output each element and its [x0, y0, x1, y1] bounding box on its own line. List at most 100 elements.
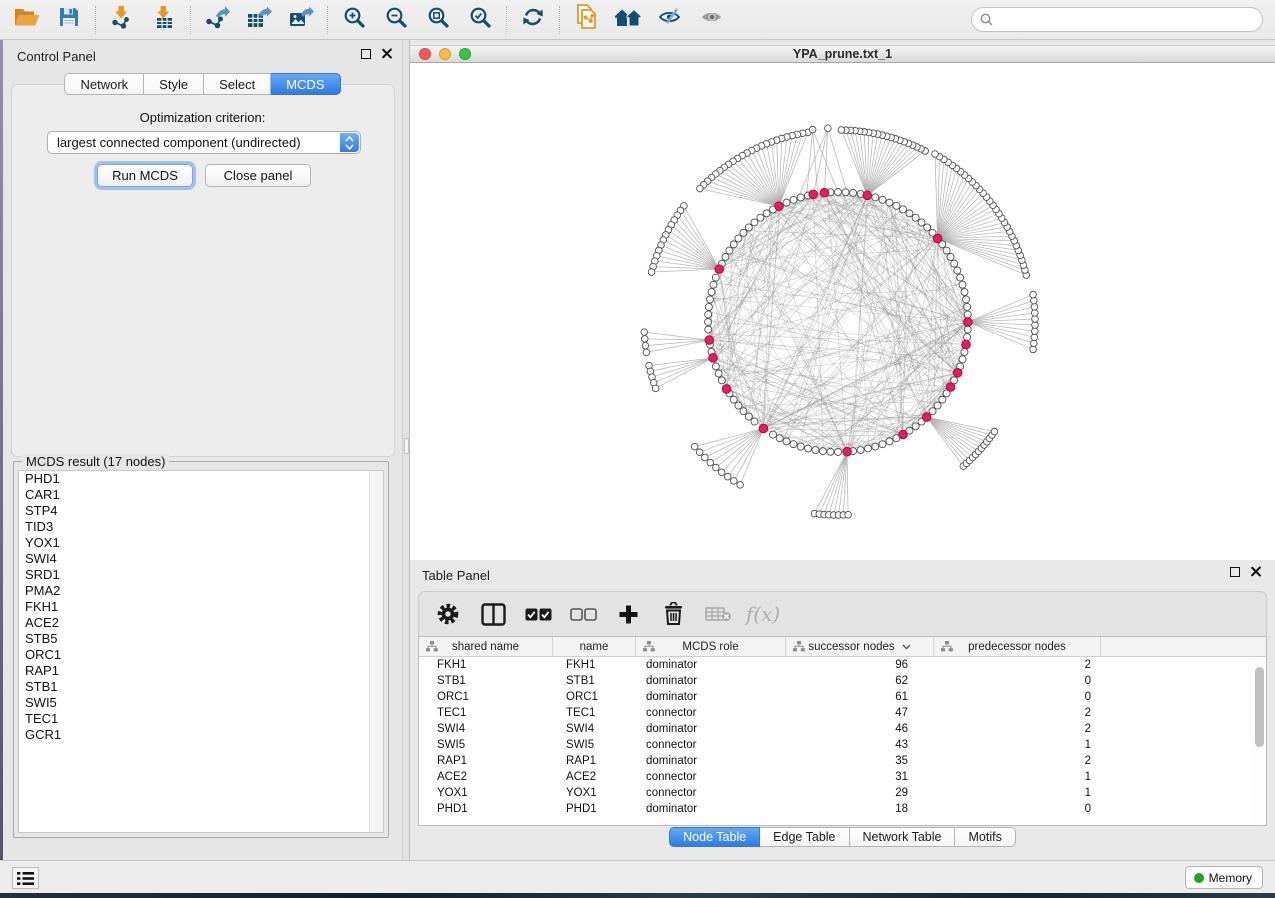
- tab-select[interactable]: Select: [204, 73, 271, 95]
- show-columns-button[interactable]: [476, 597, 510, 631]
- save-session-button[interactable]: [48, 4, 90, 36]
- mcds-result-item[interactable]: STB1: [19, 679, 383, 695]
- vertical-splitter[interactable]: [402, 40, 410, 860]
- cell-successor-nodes: 35: [786, 755, 934, 767]
- column-header-shared-name[interactable]: shared name: [419, 637, 553, 656]
- zoom-in-button[interactable]: [333, 4, 375, 36]
- show-all-button[interactable]: [691, 4, 733, 36]
- network-view-canvas[interactable]: [410, 63, 1275, 560]
- tab-edge-table[interactable]: Edge Table: [760, 827, 849, 847]
- cell-successor-nodes: 47: [786, 707, 934, 719]
- table-row[interactable]: TEC1TEC1connector472: [419, 705, 1266, 721]
- float-panel-icon[interactable]: [361, 49, 371, 59]
- column-header-mcds-role[interactable]: MCDS role: [636, 637, 786, 656]
- column-header-predecessor-nodes[interactable]: predecessor nodes: [934, 637, 1101, 656]
- table-row[interactable]: YOX1YOX1connector291: [419, 785, 1266, 801]
- mcds-list-scrollbar[interactable]: [369, 471, 383, 832]
- zoom-selected-button[interactable]: [459, 4, 501, 36]
- mcds-result-item[interactable]: RAP1: [19, 663, 383, 679]
- export-image-button[interactable]: [280, 4, 322, 36]
- mcds-result-item[interactable]: GCR1: [19, 727, 383, 743]
- mcds-result-item[interactable]: ORC1: [19, 647, 383, 663]
- tab-network[interactable]: Network: [64, 73, 144, 95]
- table-row[interactable]: FKH1FKH1dominator962: [419, 657, 1266, 673]
- mcds-result-item[interactable]: PMA2: [19, 583, 383, 599]
- tab-mcds[interactable]: MCDS: [271, 73, 340, 95]
- mcds-result-item[interactable]: SWI4: [19, 551, 383, 567]
- column-header-successor-nodes[interactable]: successor nodes: [786, 637, 934, 656]
- cell-mcds-role: connector: [636, 739, 786, 751]
- table-scrollbar-thumb[interactable]: [1255, 667, 1264, 747]
- zoom-selected-icon: [469, 6, 492, 34]
- table-row[interactable]: PHD1PHD1dominator180: [419, 801, 1266, 817]
- delete-column-button[interactable]: [656, 597, 690, 631]
- cell-successor-nodes: 62: [786, 675, 934, 687]
- mcds-result-item[interactable]: SRD1: [19, 567, 383, 583]
- splitter-handle[interactable]: [404, 438, 409, 454]
- import-table-button[interactable]: [143, 4, 185, 36]
- mcds-result-item[interactable]: TEC1: [19, 711, 383, 727]
- column-header-name[interactable]: name: [553, 637, 636, 656]
- table-mode-button[interactable]: [431, 597, 465, 631]
- criterion-dropdown[interactable]: largest connected component (undirected): [47, 131, 361, 154]
- mcds-result-item[interactable]: SWI5: [19, 695, 383, 711]
- status-bar: Memory: [0, 860, 1275, 893]
- tab-node-table[interactable]: Node Table: [669, 827, 760, 847]
- mcds-result-item[interactable]: PHD1: [19, 471, 383, 487]
- zoom-fit-button[interactable]: [417, 4, 459, 36]
- mcds-result-item[interactable]: YOX1: [19, 535, 383, 551]
- cell-shared-name: SWI5: [419, 739, 553, 751]
- mcds-result-item[interactable]: STB5: [19, 631, 383, 647]
- zoom-out-button[interactable]: [375, 4, 417, 36]
- cell-mcds-role: dominator: [636, 803, 786, 815]
- run-mcds-button[interactable]: Run MCDS: [97, 164, 193, 187]
- eye-icon: [699, 6, 725, 33]
- table-row[interactable]: STB1STB1dominator620: [419, 673, 1266, 689]
- memory-label: Memory: [1209, 871, 1252, 885]
- home-layout-button[interactable]: [607, 4, 649, 36]
- import-table-icon: [152, 5, 176, 34]
- import-network-button[interactable]: [101, 4, 143, 36]
- mcds-result-item[interactable]: TID3: [19, 519, 383, 535]
- table-row[interactable]: SWI5SWI5connector431: [419, 737, 1266, 753]
- table-row[interactable]: ORC1ORC1dominator610: [419, 689, 1266, 705]
- close-panel-button[interactable]: Close panel: [205, 164, 311, 187]
- table-row[interactable]: RAP1RAP1dominator352: [419, 753, 1266, 769]
- mcds-result-item[interactable]: CAR1: [19, 487, 383, 503]
- table-scrollbar[interactable]: [1253, 659, 1265, 825]
- memory-status-icon: [1194, 873, 1204, 883]
- export-network-button[interactable]: [196, 4, 238, 36]
- select-all-button[interactable]: [521, 597, 555, 631]
- network-window-titlebar[interactable]: YPA_prune.txt_1: [410, 45, 1275, 63]
- cell-mcds-role: connector: [636, 707, 786, 719]
- memory-button[interactable]: Memory: [1185, 866, 1263, 889]
- export-table-button[interactable]: [238, 4, 280, 36]
- hide-selected-button[interactable]: [649, 4, 691, 36]
- close-table-panel-icon[interactable]: [1250, 566, 1261, 577]
- mcds-result-item[interactable]: ACE2: [19, 615, 383, 631]
- fx-icon: f(x): [746, 602, 780, 626]
- cell-name: PHD1: [553, 803, 636, 815]
- open-file-button[interactable]: [6, 4, 48, 36]
- duplicate-network-button[interactable]: [565, 4, 607, 36]
- create-column-button[interactable]: [611, 597, 645, 631]
- open-folder-icon: [14, 6, 40, 33]
- cell-mcds-role: connector: [636, 771, 786, 783]
- table-row[interactable]: SWI4SWI4dominator462: [419, 721, 1266, 737]
- mcds-result-item[interactable]: STP4: [19, 503, 383, 519]
- refresh-button[interactable]: [512, 4, 554, 36]
- float-table-panel-icon[interactable]: [1230, 567, 1240, 577]
- mcds-result-list[interactable]: PHD1CAR1STP4TID3YOX1SWI4SRD1PMA2FKH1ACE2…: [18, 470, 384, 833]
- table-row[interactable]: ACE2ACE2connector311: [419, 769, 1266, 785]
- tab-style[interactable]: Style: [144, 73, 204, 95]
- search-input[interactable]: [998, 13, 1254, 27]
- deselect-all-button[interactable]: [566, 597, 600, 631]
- mcds-result-item[interactable]: FKH1: [19, 599, 383, 615]
- tab-network-table[interactable]: Network Table: [850, 827, 956, 847]
- mcds-result-items: PHD1CAR1STP4TID3YOX1SWI4SRD1PMA2FKH1ACE2…: [19, 471, 383, 743]
- panel-list-button[interactable]: [12, 867, 39, 889]
- close-panel-icon[interactable]: [381, 48, 392, 59]
- tab-motifs[interactable]: Motifs: [955, 827, 1015, 847]
- cell-shared-name: STB1: [419, 675, 553, 687]
- network-window-title: YPA_prune.txt_1: [410, 47, 1275, 61]
